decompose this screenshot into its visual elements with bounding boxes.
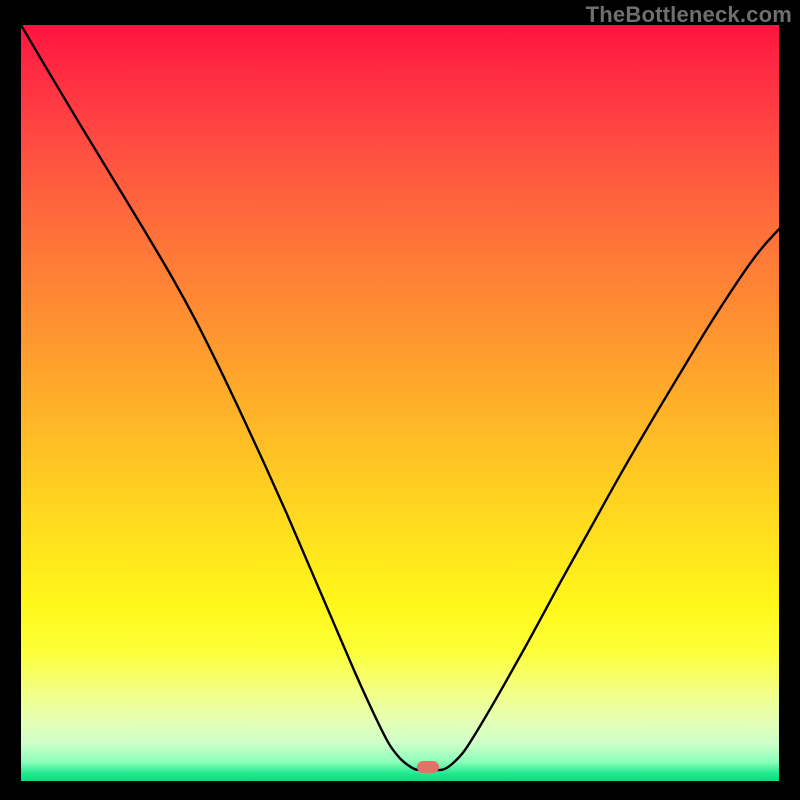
bottleneck-curve-path: [21, 25, 779, 770]
optimal-marker: [417, 761, 439, 773]
chart-frame: TheBottleneck.com: [0, 0, 800, 800]
plot-area: [21, 25, 779, 781]
curve-svg: [21, 25, 779, 781]
